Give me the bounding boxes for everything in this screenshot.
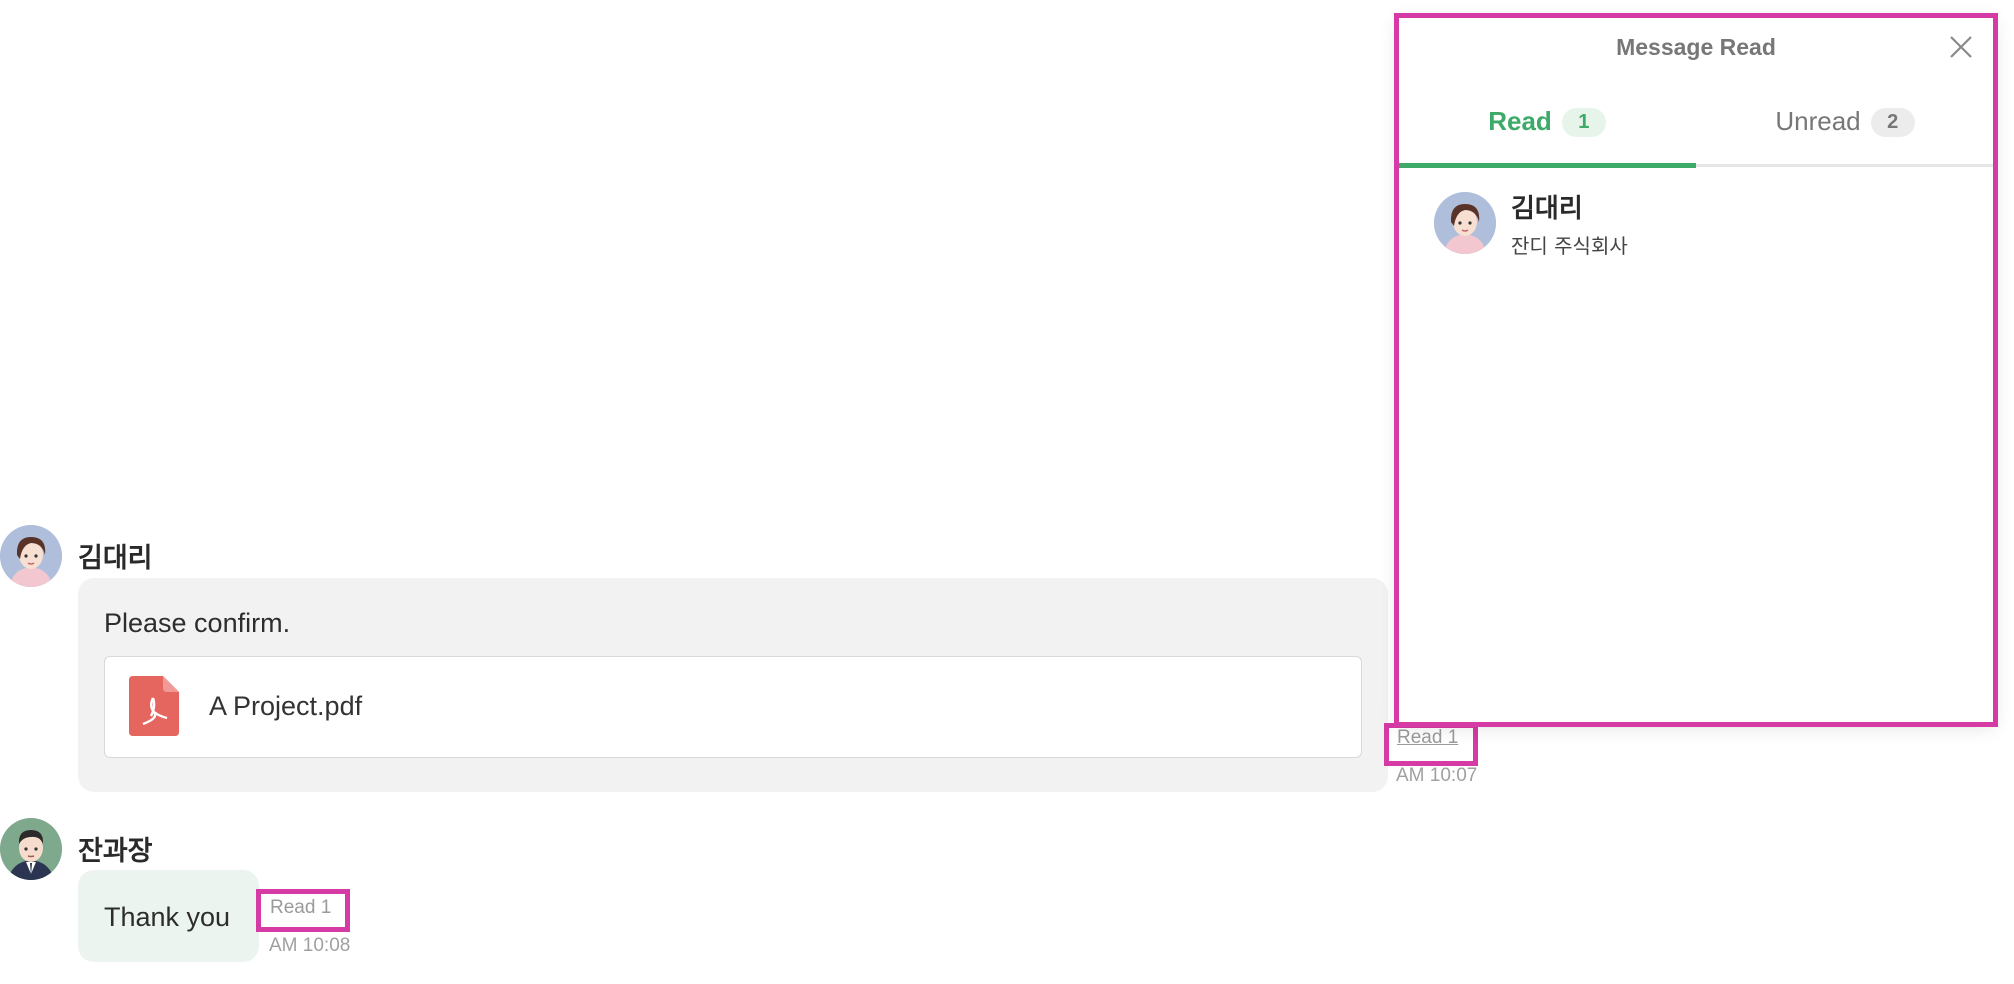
sender-name: 잔과장 <box>78 836 153 867</box>
file-attachment[interactable]: A Project.pdf <box>104 656 1362 758</box>
sender-name: 김대리 <box>78 543 153 574</box>
highlight-box-read-1 <box>1384 723 1478 766</box>
message-text: Please confirm. <box>104 608 291 638</box>
message-text: Thank you <box>104 902 231 932</box>
sender-avatar-kim[interactable] <box>0 525 62 587</box>
message-bubble: Thank you <box>78 870 259 962</box>
file-name: A Project.pdf <box>209 691 363 721</box>
highlight-box-panel <box>1394 13 1998 727</box>
message-bubble: Please confirm. A Project.pdf <box>78 578 1388 792</box>
message-time: AM 10:08 <box>269 935 351 956</box>
pdf-file-icon <box>129 676 179 736</box>
message-time: AM 10:07 <box>1396 765 1478 786</box>
sender-avatar-jan[interactable] <box>0 818 62 880</box>
highlight-box-read-2 <box>256 889 350 932</box>
